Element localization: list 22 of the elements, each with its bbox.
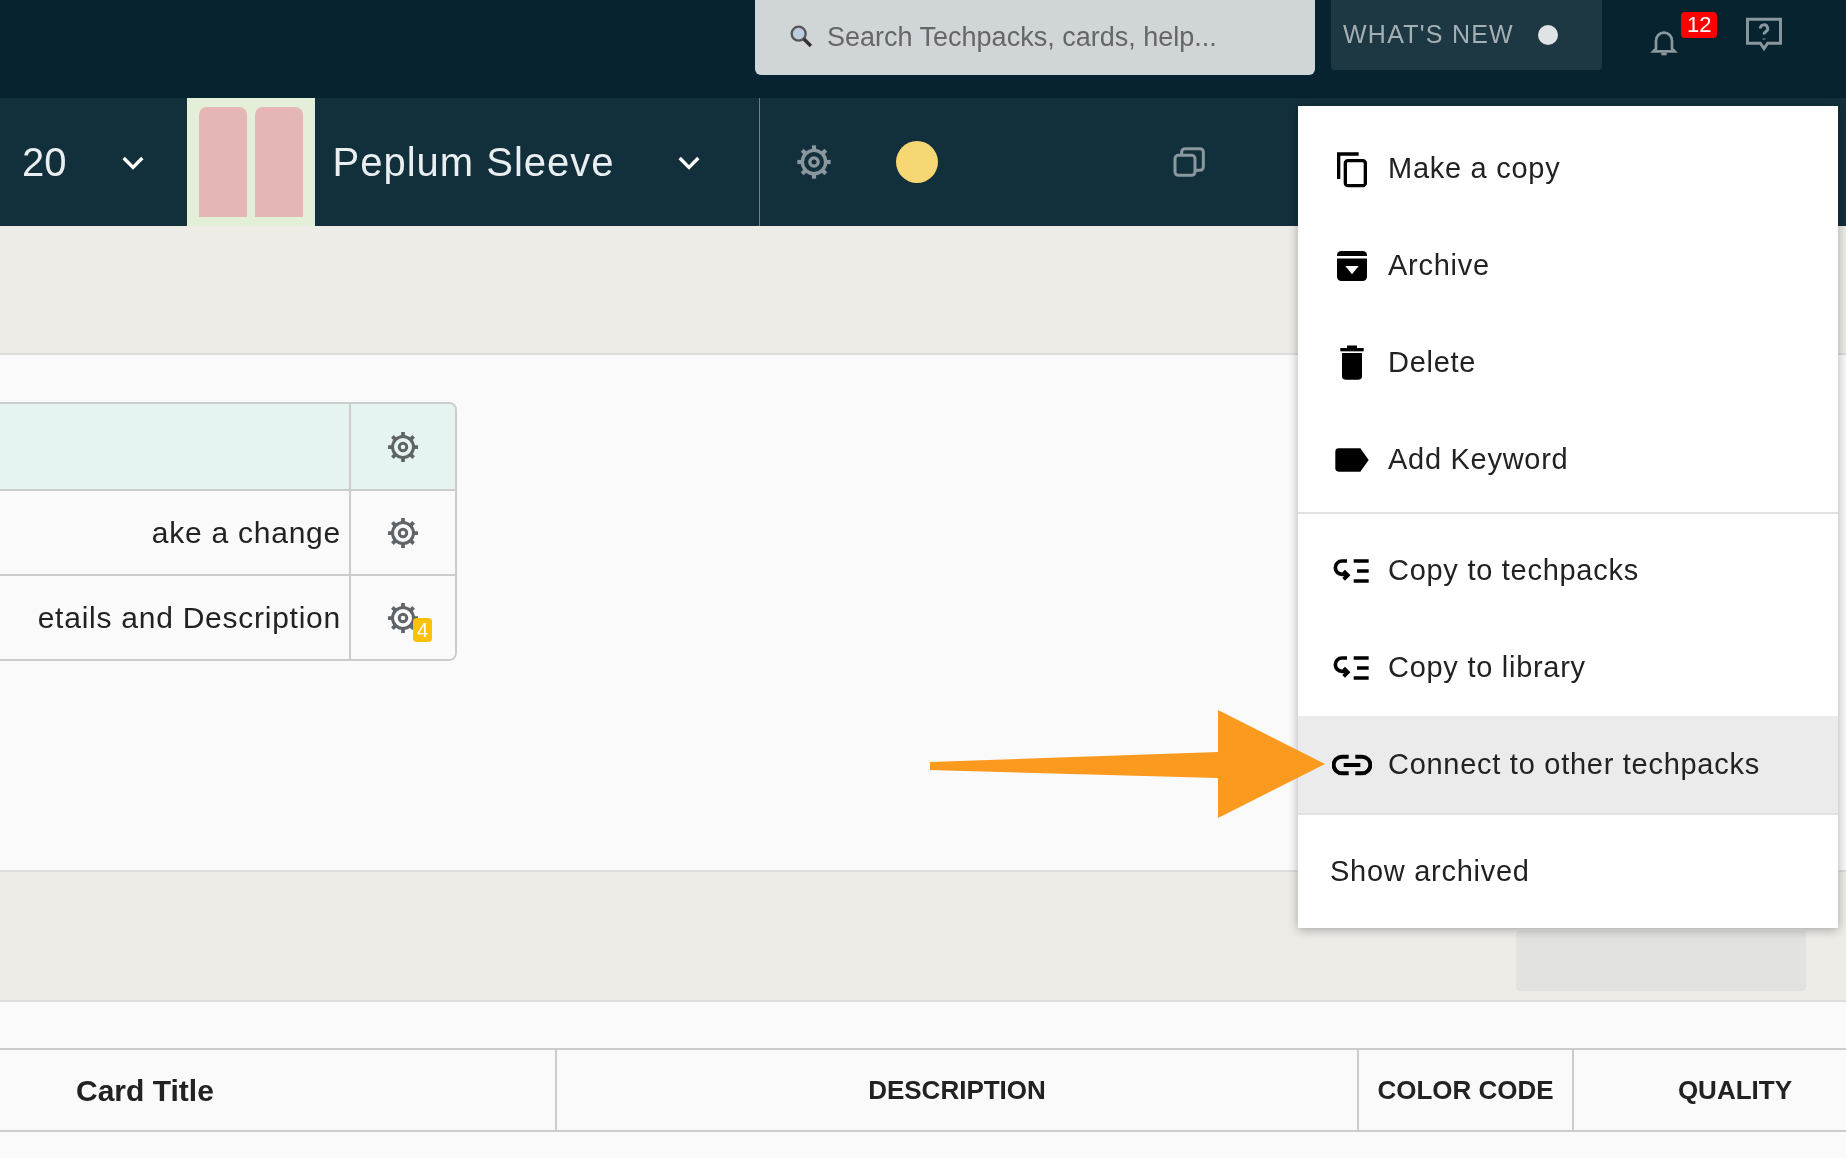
search-field[interactable]: Search Techpacks, cards, help... xyxy=(755,0,1315,75)
menu-item[interactable]: Copy to library xyxy=(1298,619,1838,716)
menu-item[interactable]: Connect to other techpacks xyxy=(1298,716,1838,813)
menu-item[interactable]: Make a copy xyxy=(1298,120,1838,217)
table-cell-text: etails and Description xyxy=(37,600,341,636)
column-header[interactable]: DESCRIPTION xyxy=(868,1070,1046,1110)
menu-item[interactable]: Archive xyxy=(1298,217,1838,314)
techpack-name[interactable]: 20 xyxy=(22,132,67,192)
table-row[interactable]: ake a change xyxy=(0,489,455,574)
menu-item[interactable]: Add Keyword xyxy=(1298,411,1838,508)
table-cell-text: ake a change xyxy=(151,515,341,551)
menu-item[interactable]: Show archived xyxy=(1298,823,1838,920)
whats-new-button[interactable]: WHAT'S NEW xyxy=(1331,0,1602,70)
column-header[interactable]: COLOR CODE xyxy=(1377,1070,1554,1110)
comment-count-badge: 4 xyxy=(413,618,433,642)
menu-item[interactable]: Copy to techpacks xyxy=(1298,522,1838,619)
column-header[interactable]: QUALITY xyxy=(1677,1070,1792,1110)
techpack-title[interactable]: Peplum Sleeve xyxy=(332,132,673,192)
column-header[interactable]: Card Title xyxy=(76,1067,214,1113)
notification-count: 12 xyxy=(1681,12,1718,38)
table-row[interactable]: etails and Description 4 xyxy=(0,574,455,659)
menu-item[interactable]: Delete xyxy=(1298,314,1838,411)
